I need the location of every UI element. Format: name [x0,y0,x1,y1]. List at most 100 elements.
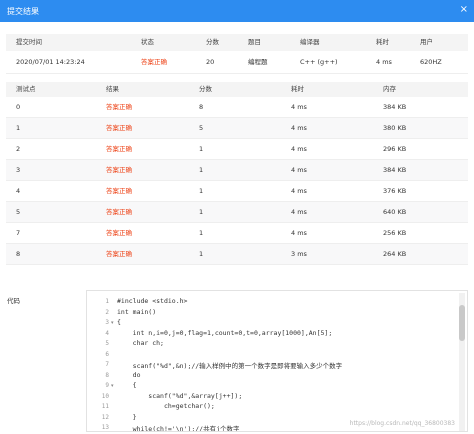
header-result: 结果 [106,85,119,93]
submit-time: 2020/07/01 14:23:24 [16,58,85,66]
test-time: 4 ms [291,103,307,111]
test-memory: 376 KB [383,187,407,195]
header-score: 分数 [206,38,219,46]
table-row: 8 答案正确 1 3 ms 264 KB [6,244,468,265]
line-number: 11 [101,403,109,410]
test-result: 答案正确 [106,166,132,174]
test-result: 答案正确 [106,250,132,258]
test-score: 1 [199,187,204,195]
test-memory: 384 KB [383,103,407,111]
test-point: 2 [16,145,21,153]
score-value: 20 [206,58,215,66]
test-score: 5 [199,124,204,132]
line-number: 3 [105,319,109,326]
line-number: 1 [105,298,109,305]
line-number-gutter: 1 2 3 4 5 6 7 8 9 10 11 12 13 [87,291,113,431]
code-line: int n,i=0,j=0,flag=1,count=0,t=0,array[1… [117,328,333,337]
line-number: 12 [101,413,109,421]
scrollbar-thumb[interactable] [459,305,465,341]
test-time: 4 ms [291,145,307,153]
line-number: 7 [105,361,109,368]
fold-toggle-icon[interactable]: ▾ [111,383,114,389]
code-line: } [117,412,137,421]
test-point: 3 [16,166,21,174]
code-editor[interactable]: 1 2 3 4 5 6 7 8 9 10 11 12 13 ▾ ▾ #inclu… [86,290,468,432]
test-score: 1 [199,250,204,258]
line-number: 4 [105,329,109,337]
test-memory: 384 KB [383,166,407,174]
table-row: 5 答案正确 1 4 ms 640 KB [6,202,468,223]
dialog-titlebar: 提交结果 × [0,0,474,22]
header-compiler: 编译器 [300,38,320,46]
summary-header-row: 提交时间 状态 分数 题目 编译器 耗时 用户 [6,34,468,51]
test-memory: 640 KB [383,208,407,216]
test-memory: 264 KB [383,250,407,258]
code-line: #include <stdio.h> [117,297,188,305]
test-score: 1 [199,145,204,153]
code-line: { [117,381,137,389]
test-time: 4 ms [291,166,307,174]
dialog-title: 提交结果 [7,7,39,16]
test-score: 1 [199,208,204,216]
table-row: 2 答案正确 1 4 ms 296 KB [6,139,468,160]
compiler-value: C++ (g++) [300,58,338,66]
test-result: 答案正确 [106,187,132,195]
code-line: { [117,318,121,326]
code-label: 代码 [7,297,20,305]
test-score: 1 [199,166,204,174]
code-line: do [117,370,141,379]
test-point: 0 [16,103,21,111]
test-point: 4 [16,187,21,195]
table-row: 3 答案正确 1 4 ms 384 KB [6,160,468,181]
table-row: 1 答案正确 5 4 ms 380 KB [6,118,468,139]
line-number: 13 [101,424,109,431]
user-value: 620HZ [420,58,442,66]
problem-value: 编程题 [248,58,268,66]
line-number: 10 [101,392,109,400]
test-result: 答案正确 [106,103,132,111]
test-result: 答案正确 [106,124,132,132]
test-result: 答案正确 [106,145,132,153]
test-point: 5 [16,208,21,216]
line-number: 6 [105,350,109,358]
header-test-time: 耗时 [291,85,304,93]
header-status: 状态 [141,38,154,46]
line-number: 5 [105,340,109,347]
code-line: scanf("%d",&n);//输入样例中的第一个数字是即将要输入多少个数字 [117,362,343,370]
test-result: 答案正确 [106,229,132,237]
test-memory: 380 KB [383,124,407,132]
code-line: int main() [117,307,157,316]
line-number: 8 [105,371,109,379]
test-time: 4 ms [291,208,307,216]
test-memory: 296 KB [383,145,407,153]
test-time: 3 ms [291,250,307,258]
test-score: 8 [199,103,204,111]
test-point: 8 [16,250,21,258]
test-time: 4 ms [291,124,307,132]
code-line: ch=getchar(); [117,402,215,410]
header-problem: 题目 [248,38,261,46]
fold-toggle-icon[interactable]: ▾ [111,320,114,326]
header-test-point: 测试点 [16,85,36,93]
submission-summary-table: 提交时间 状态 分数 题目 编译器 耗时 用户 2020/07/01 14:23… [6,34,468,74]
code-content[interactable]: #include <stdio.h> int main() { int n,i=… [117,291,452,431]
line-number: 2 [105,308,109,316]
code-line: char ch; [117,339,164,347]
table-row: 7 答案正确 1 4 ms 256 KB [6,223,468,244]
test-point: 1 [16,124,21,132]
test-result: 答案正确 [106,208,132,216]
summary-data-row: 2020/07/01 14:23:24 答案正确 20 编程题 C++ (g++… [6,51,468,74]
test-score: 1 [199,229,204,237]
code-line: scanf("%d",&array[j++]); [117,391,243,400]
table-row: 0 答案正确 8 4 ms 384 KB [6,97,468,118]
table-row: 4 答案正确 1 4 ms 376 KB [6,181,468,202]
test-point: 7 [16,229,21,237]
test-time: 4 ms [291,187,307,195]
header-user: 用户 [420,38,433,46]
header-submit-time: 提交时间 [16,38,42,46]
editor-scrollbar[interactable] [459,293,465,431]
status-value: 答案正确 [141,58,167,66]
header-test-score: 分数 [199,85,212,93]
time-value: 4 ms [376,58,392,66]
close-icon[interactable]: × [460,4,468,16]
